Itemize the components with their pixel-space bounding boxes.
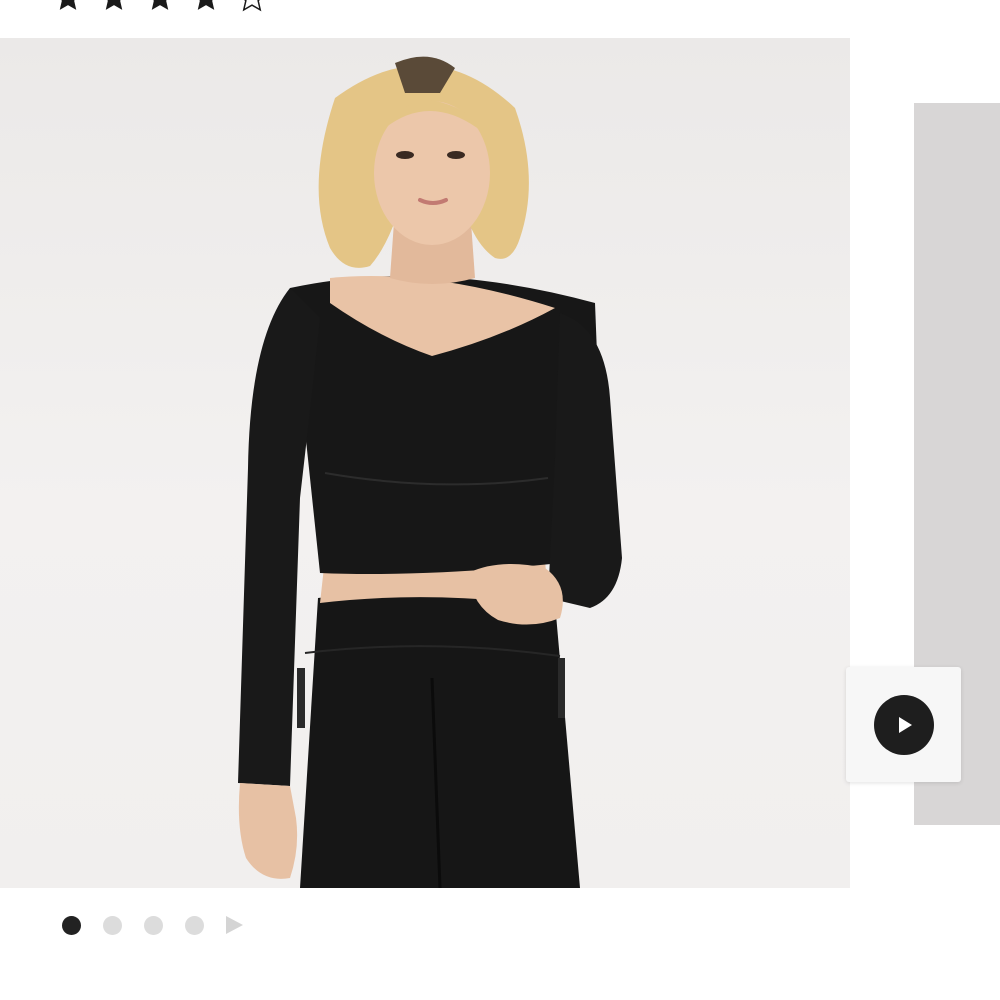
triangle-right-icon[interactable]: [226, 916, 243, 934]
pagination-dot-1[interactable]: [62, 915, 81, 935]
star-filled-icon: [59, 0, 77, 10]
play-icon: [873, 694, 934, 755]
rating-stars[interactable]: [52, 0, 286, 12]
product-photo-illustration: [238, 56, 622, 888]
product-gallery-page: [0, 0, 1000, 1000]
star-filled-icon: [151, 0, 169, 10]
star-filled-icon: [197, 0, 215, 10]
pagination-dot-3[interactable]: [144, 915, 163, 935]
pagination-dot-2[interactable]: [103, 915, 122, 935]
carousel-pagination: [62, 915, 243, 935]
star-filled-icon: [105, 0, 123, 10]
product-main-image[interactable]: [0, 38, 850, 888]
image-carousel[interactable]: [0, 38, 1000, 888]
star-empty-icon: [242, 0, 262, 12]
pagination-dot-4[interactable]: [185, 915, 204, 935]
play-video-button[interactable]: [846, 667, 961, 782]
